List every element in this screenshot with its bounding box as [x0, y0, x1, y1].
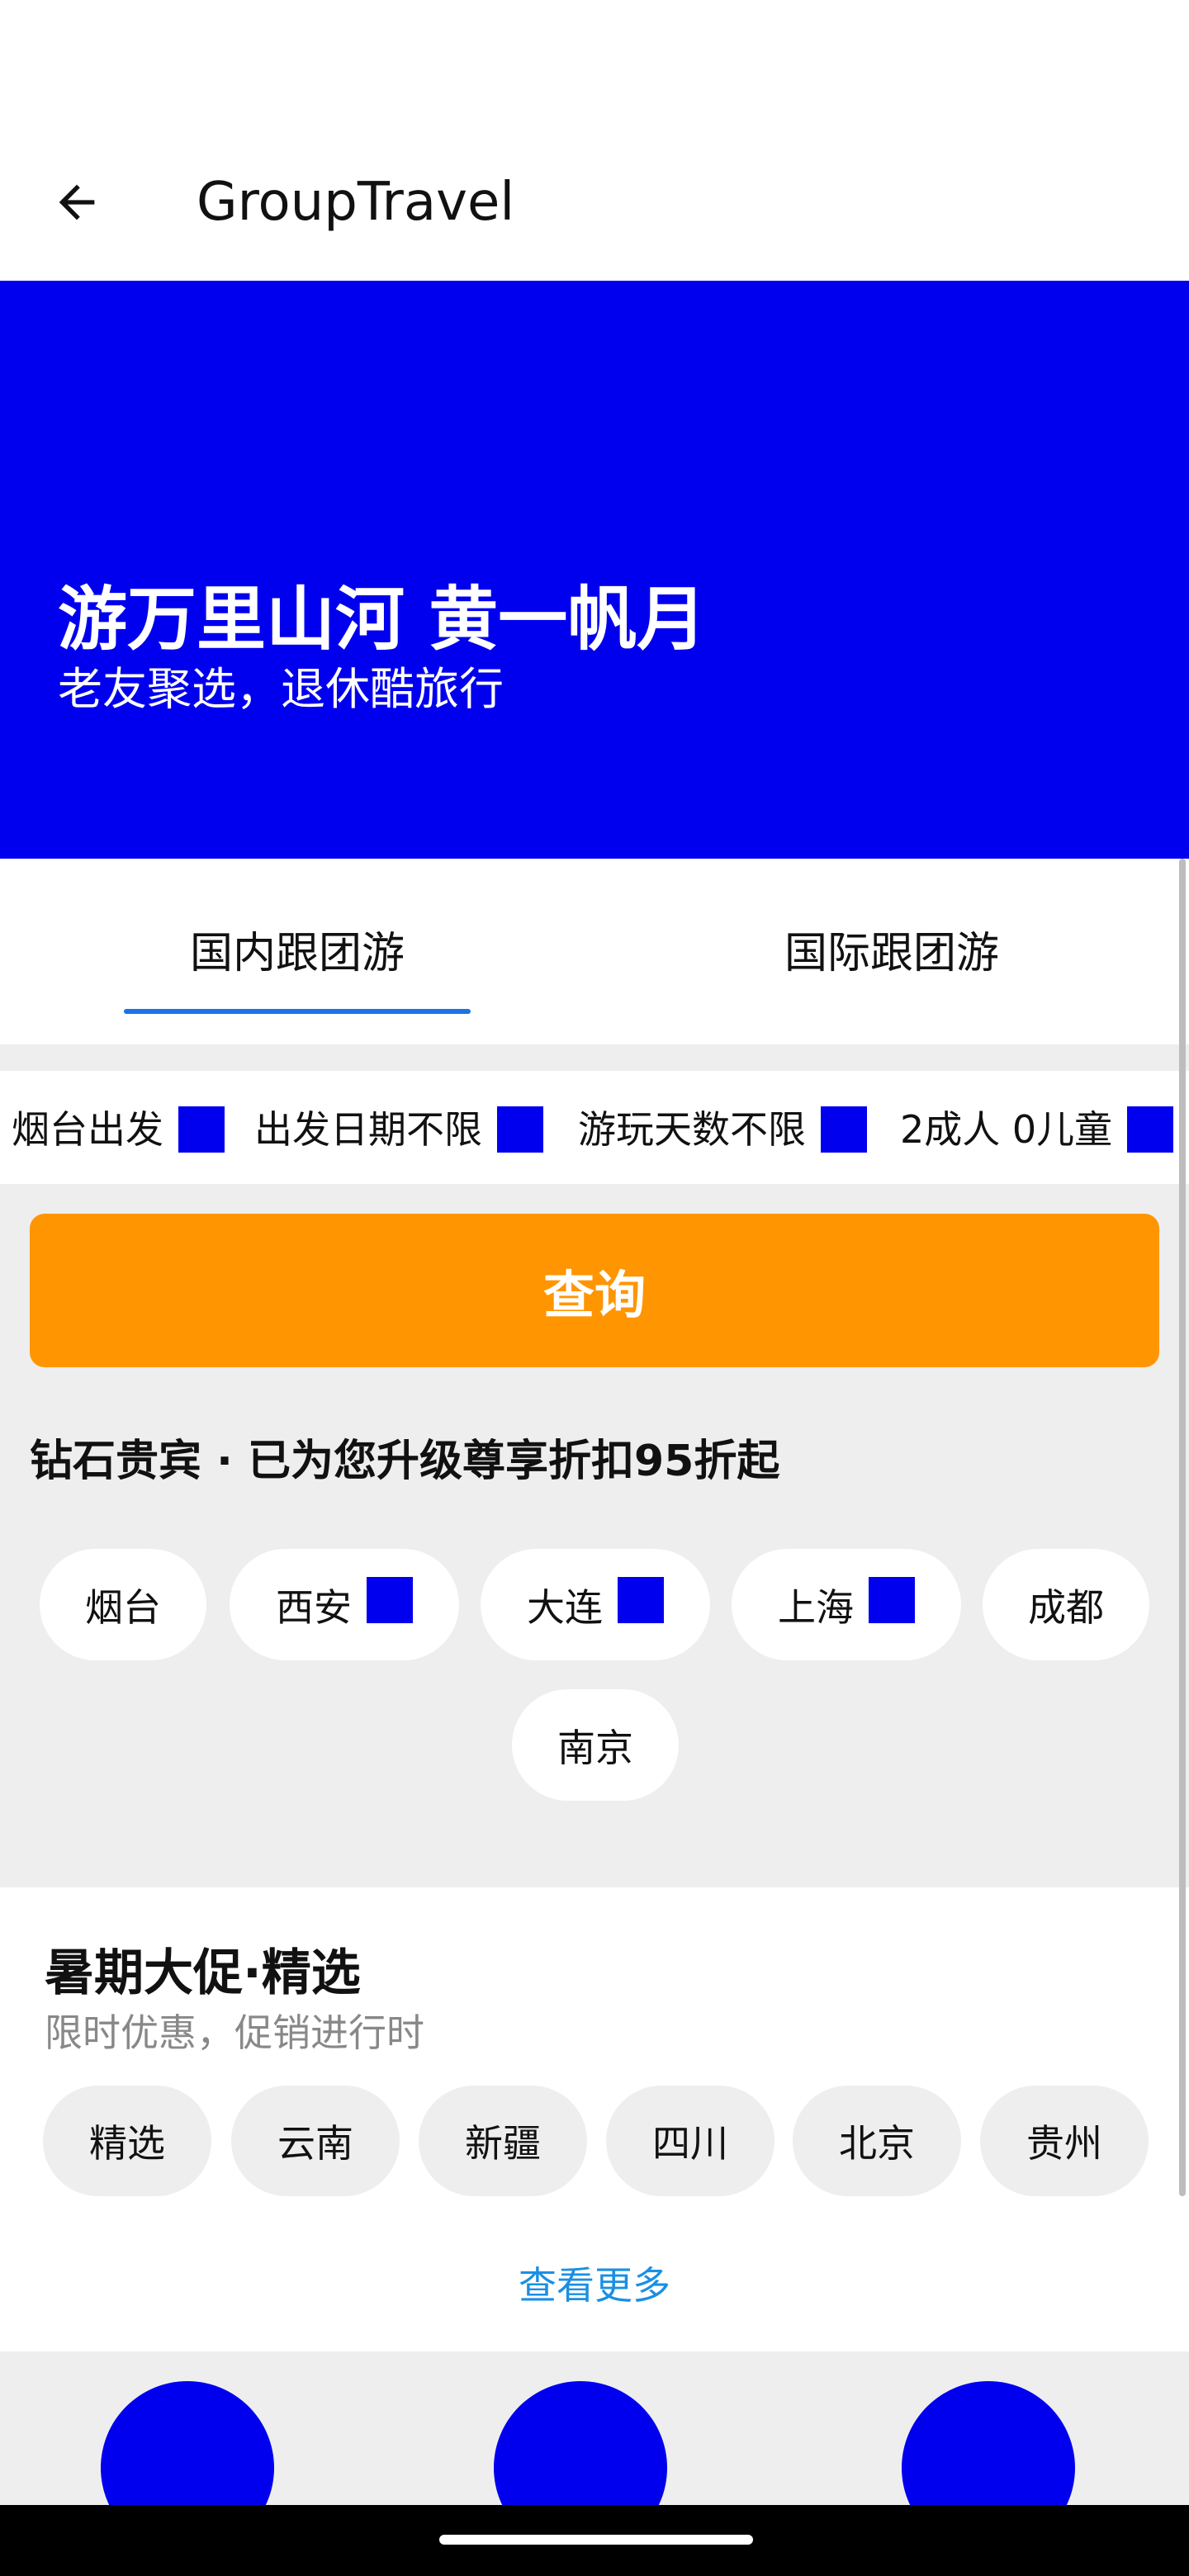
filter-date-label: 出发日期不限 [254, 1107, 482, 1152]
filter-departure-label: 烟台出发 [12, 1107, 163, 1152]
filter-days[interactable]: 游玩天数不限 [578, 1105, 867, 1154]
city-chip-shanghai[interactable]: 上海 [732, 1549, 961, 1660]
filter-days-label: 游玩天数不限 [578, 1107, 806, 1152]
city-chip-label: 成都 [1028, 1584, 1104, 1630]
tab-domestic[interactable]: 国内跟团游 [124, 916, 471, 991]
filter-departure[interactable]: 烟台出发 [12, 1105, 225, 1154]
city-chip-label: 烟台 [85, 1584, 161, 1630]
tag-icon [618, 1576, 664, 1623]
promo-chip[interactable]: 精选 [43, 2086, 211, 2196]
city-chip-label: 南京 [557, 1725, 633, 1770]
hero-subtitle: 老友聚选，退休酷旅行 [58, 663, 504, 715]
app-bar [0, 140, 1189, 281]
promo-chip[interactable]: 云南 [231, 2086, 400, 2196]
vip-discount-text: 钻石贵宾 · 已为您升级尊享折扣95折起 [30, 1437, 780, 1486]
app-title: GroupTravel [197, 172, 515, 233]
promo-chip[interactable]: 四川 [606, 2086, 775, 2196]
city-chip-label: 上海 [778, 1584, 854, 1630]
home-indicator[interactable] [439, 2535, 753, 2545]
dropdown-icon [497, 1106, 543, 1153]
status-bar [0, 0, 1189, 140]
tab-international[interactable]: 国际跟团游 [718, 916, 1065, 991]
tab-indicator [124, 1009, 471, 1014]
city-chip-xian[interactable]: 西安 [230, 1549, 459, 1660]
filter-date[interactable]: 出发日期不限 [254, 1105, 543, 1154]
promo-title: 暑期大促·精选 [45, 1944, 361, 2002]
city-chip-chengdu[interactable]: 成都 [983, 1549, 1149, 1660]
view-more-link[interactable]: 查看更多 [0, 2259, 1189, 2312]
dropdown-icon [1127, 1106, 1174, 1153]
dropdown-icon [821, 1106, 867, 1153]
divider [0, 1044, 1189, 1071]
hero-title: 游万里山河 黄一帆月 [58, 579, 707, 660]
city-chip-label: 西安 [276, 1584, 352, 1630]
promo-chip[interactable]: 贵州 [980, 2086, 1149, 2196]
tag-icon [869, 1576, 915, 1623]
arrow-left-icon [59, 184, 95, 220]
promo-subtitle: 限时优惠，促销进行时 [45, 2010, 424, 2055]
dropdown-icon [178, 1106, 225, 1153]
city-chip-yantai[interactable]: 烟台 [40, 1549, 206, 1660]
city-chip-dalian[interactable]: 大连 [481, 1549, 710, 1660]
filter-travelers[interactable]: 2成人 0儿童 [900, 1105, 1174, 1154]
promo-chip[interactable]: 北京 [793, 2086, 961, 2196]
scrollbar[interactable] [1179, 859, 1186, 2196]
filter-travelers-label: 2成人 0儿童 [900, 1107, 1113, 1152]
hero-banner[interactable] [0, 281, 1189, 859]
city-chip-nanjing[interactable]: 南京 [512, 1689, 679, 1801]
query-button[interactable]: 查询 [30, 1214, 1159, 1367]
back-button[interactable] [40, 165, 114, 239]
city-chip-label: 大连 [527, 1584, 603, 1630]
promo-chip[interactable]: 新疆 [419, 2086, 587, 2196]
tag-icon [367, 1576, 413, 1623]
